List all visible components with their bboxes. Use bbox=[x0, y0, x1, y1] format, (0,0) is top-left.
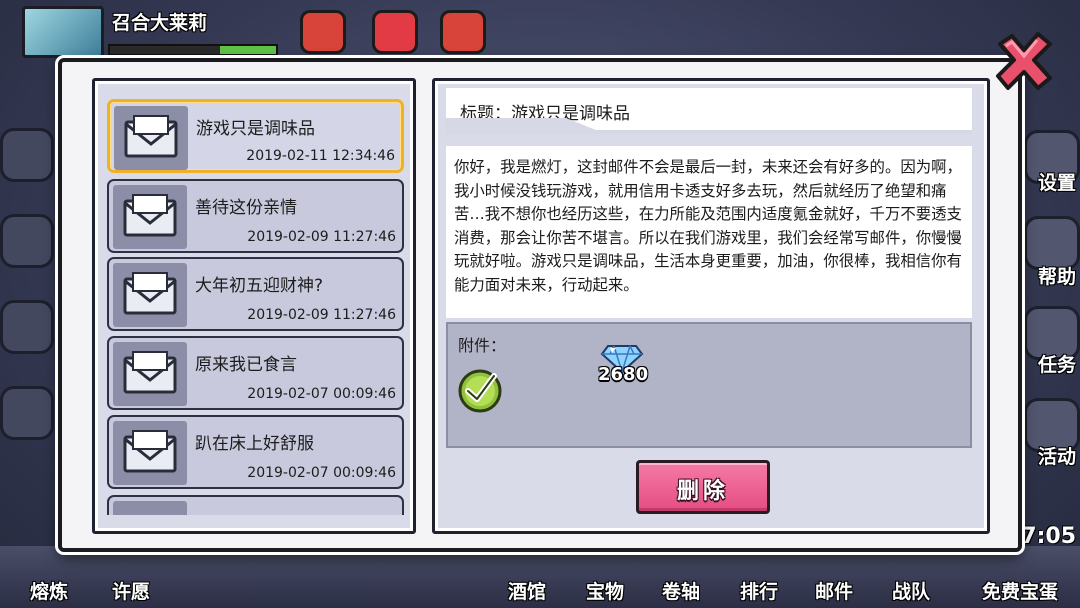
subject-ribbon-decoration bbox=[446, 118, 972, 134]
top-bar: 召合大莱莉 bbox=[0, 0, 1080, 60]
gift-icon[interactable] bbox=[440, 10, 486, 54]
nav-team[interactable]: 战队 bbox=[892, 577, 930, 604]
tasks-label[interactable]: 任务 bbox=[1038, 350, 1076, 377]
nav-mail[interactable]: 邮件 bbox=[815, 577, 853, 604]
nav-wish[interactable]: 许愿 bbox=[112, 577, 150, 604]
delete-label: 删除 bbox=[676, 479, 729, 504]
envelope-icon bbox=[123, 430, 177, 473]
player-name: 召合大莱莉 bbox=[112, 12, 208, 34]
claimed-check-icon bbox=[458, 369, 502, 413]
envelope-icon bbox=[124, 115, 178, 158]
mail-thumb bbox=[113, 185, 187, 249]
mail-thumb bbox=[114, 106, 188, 170]
mail-thumb bbox=[113, 501, 187, 515]
attachment-label: 附件： bbox=[458, 336, 507, 355]
player-exp-bar bbox=[108, 44, 278, 56]
mail-title: 大年初五迎财神? bbox=[195, 276, 324, 296]
nav-scroll[interactable]: 卷轴 bbox=[662, 577, 700, 604]
mail-date: 2019-02-07 00:09:46 bbox=[247, 465, 396, 481]
attachment-box: 附件： 2680 bbox=[446, 322, 972, 448]
mail-body: 你好，我是燃灯，这封邮件不会是最后一封，未来还会有好多的。因为啊，我小时候没钱玩… bbox=[454, 158, 962, 294]
envelope-icon bbox=[123, 351, 177, 394]
nav-free-egg[interactable]: 免费宝蛋 bbox=[982, 577, 1058, 604]
event-icon[interactable] bbox=[300, 10, 346, 54]
close-icon[interactable] bbox=[990, 28, 1058, 96]
left-menu-icon-1[interactable] bbox=[0, 128, 54, 182]
mail-thumb bbox=[113, 421, 187, 485]
mail-item[interactable]: 善待这份亲情 2019-02-09 11:27:46 bbox=[107, 179, 404, 253]
help-label[interactable]: 帮助 bbox=[1038, 262, 1076, 289]
nav-forge[interactable]: 熔炼 bbox=[30, 577, 68, 604]
nav-treasure[interactable]: 宝物 bbox=[586, 577, 624, 604]
mail-body-box: 你好，我是燃灯，这封邮件不会是最后一封，未来还会有好多的。因为啊，我小时候没钱玩… bbox=[446, 146, 972, 318]
mail-item[interactable]: 原来我已食言 2019-02-07 00:09:46 bbox=[107, 336, 404, 410]
mail-item[interactable]: 大年初五迎财神? 2019-02-09 11:27:46 bbox=[107, 257, 404, 331]
mail-item[interactable]: 游戏只是调味品 2019-02-11 12:34:46 bbox=[107, 99, 404, 173]
mail-title: 游戏只是调味品 bbox=[196, 119, 315, 139]
envelope-icon bbox=[123, 272, 177, 315]
mail-title: 善待这份亲情 bbox=[195, 198, 297, 218]
subject-bar: 标题：游戏只是调味品 bbox=[446, 88, 972, 134]
envelope-icon bbox=[123, 194, 177, 237]
bottom-nav-bar: 熔炼 许愿 酒馆 宝物 卷轴 排行 邮件 战队 免费宝蛋 bbox=[0, 546, 1080, 608]
mail-thumb bbox=[113, 263, 187, 327]
nav-tavern[interactable]: 酒馆 bbox=[508, 577, 546, 604]
left-menu-icon-3[interactable] bbox=[0, 300, 54, 354]
left-menu-icon-4[interactable] bbox=[0, 386, 54, 440]
mail-date: 2019-02-09 11:27:46 bbox=[247, 307, 396, 323]
red-envelope-icon[interactable] bbox=[372, 10, 418, 54]
mail-date: 2019-02-11 12:34:46 bbox=[246, 148, 395, 164]
diamond-count: 2680 bbox=[598, 364, 649, 385]
mail-thumb bbox=[113, 342, 187, 406]
mail-date: 2019-02-07 00:09:46 bbox=[247, 386, 396, 402]
left-menu-icon-2[interactable] bbox=[0, 214, 54, 268]
mail-list-panel: 游戏只是调味品 2019-02-11 12:34:46 善待这份亲情 2019-… bbox=[92, 78, 416, 534]
close-button[interactable] bbox=[990, 28, 1058, 96]
mail-date: 2019-02-09 11:27:46 bbox=[247, 229, 396, 245]
nav-ranking[interactable]: 排行 bbox=[740, 577, 778, 604]
delete-button[interactable]: 删除 bbox=[636, 460, 770, 514]
events-label[interactable]: 活动 bbox=[1038, 442, 1076, 469]
mail-list[interactable]: 游戏只是调味品 2019-02-11 12:34:46 善待这份亲情 2019-… bbox=[107, 99, 405, 515]
mail-title: 原来我已食言 bbox=[195, 355, 297, 375]
mail-title: 趴在床上好舒服 bbox=[195, 434, 314, 454]
mail-item[interactable]: 趴在床上好舒服 2019-02-07 00:09:46 bbox=[107, 415, 404, 489]
player-avatar[interactable] bbox=[22, 6, 104, 58]
mail-item[interactable] bbox=[107, 495, 404, 515]
settings-label[interactable]: 设置 bbox=[1038, 168, 1076, 195]
